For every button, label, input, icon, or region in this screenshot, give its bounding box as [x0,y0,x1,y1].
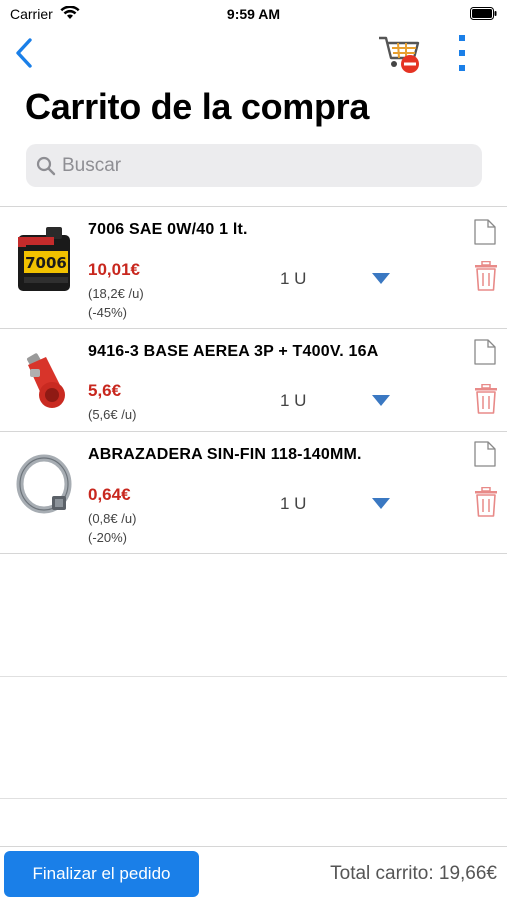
back-button[interactable] [10,36,40,70]
svg-text:7006: 7006 [25,254,67,272]
quantity-dropdown-icon[interactable] [370,271,392,285]
status-bar: Carrier 9:59 AM [0,0,507,28]
battery-icon [470,7,497,20]
cart-total: Total carrito: 19,66€ [330,863,497,884]
nav-bar [0,28,507,80]
item-price: 10,01€ [88,260,140,279]
search-input[interactable] [62,144,472,187]
remove-badge-icon [401,55,419,73]
item-unit-price: (0,8€ /u) [88,511,137,526]
finish-order-button[interactable]: Finalizar el pedido [4,851,199,897]
item-price: 0,64€ [88,485,131,504]
item-name: 7006 SAE 0W/40 1 lt. [88,221,248,238]
document-icon[interactable] [474,219,496,245]
item-price: 5,6€ [88,381,122,400]
cart-item[interactable]: 9416-3 BASE AEREA 3P + T400V. 16A 5,6€ (… [0,329,507,432]
document-icon[interactable] [474,441,496,467]
item-unit-price: (18,2€ /u) [88,286,144,301]
item-unit-price: (5,6€ /u) [88,407,137,422]
trash-icon[interactable] [474,384,498,414]
red-plug-image [27,353,65,408]
search-icon [36,156,56,176]
cart-item-list: 7006 7006 SAE 0W/40 1 lt. 10,01€ (18,2€ … [0,206,507,554]
quantity-dropdown-icon[interactable] [370,496,392,510]
cart-item[interactable]: 7006 7006 SAE 0W/40 1 lt. 10,01€ (18,2€ … [0,207,507,329]
row-separator [0,676,507,677]
row-separator [0,798,507,799]
search-bar[interactable] [26,144,482,187]
hose-clamp-image [16,454,72,514]
bottom-bar: Finalizar el pedido Total carrito: 19,66… [0,846,507,900]
item-quantity[interactable]: 1 U [280,269,306,289]
trash-icon[interactable] [474,487,498,517]
item-discount: (-20%) [88,530,128,545]
more-options-button[interactable] [448,32,476,74]
item-name: ABRAZADERA SIN-FIN 118-140MM. [88,446,362,463]
item-name: 9416-3 BASE AEREA 3P + T400V. 16A [88,343,379,360]
oil-bottle-image: 7006 [18,227,70,291]
document-icon[interactable] [474,339,496,365]
quantity-dropdown-icon[interactable] [370,393,392,407]
clock: 9:59 AM [226,6,281,22]
item-quantity[interactable]: 1 U [280,391,306,411]
trash-icon[interactable] [474,261,498,291]
cart-item[interactable]: ABRAZADERA SIN-FIN 118-140MM. 0,64€ (0,8… [0,432,507,554]
cart-remove-button[interactable] [378,32,422,74]
page-title: Carrito de la compra [25,86,370,127]
item-quantity[interactable]: 1 U [280,494,306,514]
item-discount: (-45%) [88,305,128,320]
